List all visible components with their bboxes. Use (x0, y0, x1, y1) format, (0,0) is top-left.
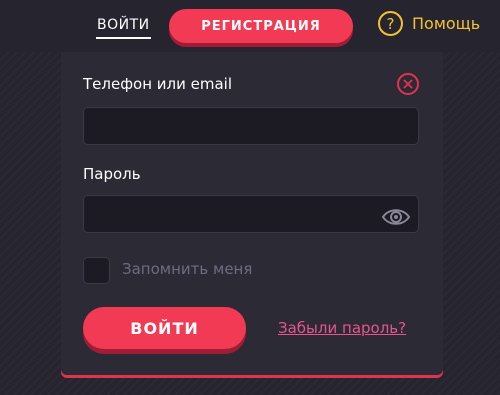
eye-icon[interactable] (381, 207, 411, 227)
password-field-label: Пароль (83, 165, 141, 183)
close-icon[interactable] (397, 73, 419, 95)
password-input[interactable] (83, 195, 419, 233)
forgot-password-link[interactable]: Забыли пароль? (278, 319, 406, 337)
top-bar: ВОЙТИ РЕГИСТРАЦИЯ ? Помощь (0, 0, 500, 52)
help-link[interactable]: ? Помощь (378, 11, 480, 36)
login-panel: Телефон или email Пароль Запомнить меня … (61, 52, 443, 375)
help-label: Помощь (412, 14, 481, 33)
login-submit-button[interactable]: ВОЙТИ (83, 307, 246, 349)
login-field-label: Телефон или email (83, 75, 233, 93)
question-icon: ? (378, 11, 403, 36)
close-icon-glyph (403, 79, 413, 89)
register-button[interactable]: РЕГИСТРАЦИЯ (169, 9, 353, 43)
remember-me-checkbox[interactable] (83, 257, 110, 284)
remember-me-label: Запомнить меня (122, 260, 253, 278)
tab-login[interactable]: ВОЙТИ (96, 13, 151, 39)
login-input[interactable] (83, 107, 419, 145)
